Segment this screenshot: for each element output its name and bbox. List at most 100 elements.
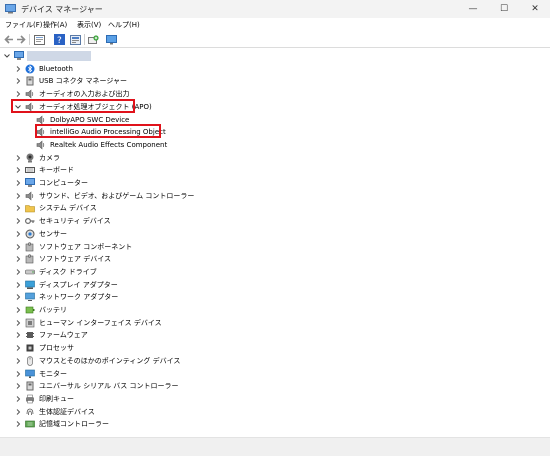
tree-item[interactable]: ソフトウェア デバイス <box>0 253 540 265</box>
tree-item-label: 印刷キュー <box>39 394 74 403</box>
tree-item-label: マウスとそのほかのポインティング デバイス <box>39 356 181 365</box>
chevron-right-icon[interactable] <box>14 408 22 416</box>
menu-view[interactable]: 表示(V) <box>77 20 101 30</box>
chevron-right-icon[interactable] <box>14 154 22 162</box>
chevron-right-icon[interactable] <box>14 65 22 73</box>
help-button[interactable]: ? <box>53 33 65 46</box>
tree-item[interactable]: Bluetooth <box>0 63 540 75</box>
chevron-right-icon[interactable] <box>14 255 22 263</box>
chevron-right-icon[interactable] <box>14 204 22 212</box>
chevron-right-icon[interactable] <box>14 230 22 238</box>
chevron-right-icon[interactable] <box>14 319 22 327</box>
tree-item-label: バッテリ <box>39 306 67 314</box>
tree-item[interactable]: キーボード <box>0 164 540 176</box>
tree-item[interactable]: 記憶域コントローラー <box>0 418 540 430</box>
tree-item-label: ディスク ドライブ <box>39 267 97 276</box>
minimize-icon: — <box>468 4 478 14</box>
tree-item-label: Bluetooth <box>39 64 73 73</box>
chevron-right-icon[interactable] <box>14 306 22 314</box>
back-button[interactable] <box>3 33 14 46</box>
minimize-button[interactable]: — <box>458 0 488 18</box>
speaker-icon <box>36 140 45 150</box>
update-driver-button[interactable] <box>69 33 81 46</box>
tree-item[interactable]: ソフトウェア コンポーネント <box>0 241 540 253</box>
chevron-right-icon[interactable] <box>14 217 22 225</box>
back-icon <box>3 35 13 44</box>
tree-item-label: プロセッサ <box>39 344 74 353</box>
menu-help[interactable]: ヘルプ(H) <box>108 20 140 30</box>
tree-item[interactable]: ディスク ドライブ <box>0 266 540 278</box>
tree-item-label: ヒューマン インターフェイス デバイス <box>39 318 162 327</box>
tree-item[interactable]: セキュリティ デバイス <box>0 215 540 227</box>
tree-item-label: 生体認証デバイス <box>39 407 95 416</box>
properties-button[interactable] <box>33 33 45 46</box>
tree-item[interactable]: センサー <box>0 228 540 240</box>
chevron-right-icon[interactable] <box>14 179 22 187</box>
chevron-right-icon[interactable] <box>14 331 22 339</box>
status-bar <box>0 437 550 456</box>
chevron-right-icon[interactable] <box>14 370 22 378</box>
tree-item-label: Realtek Audio Effects Component <box>50 140 168 149</box>
toolbar-separator <box>29 34 30 45</box>
tree-item[interactable]: モニター <box>0 368 540 380</box>
scan-hardware-button[interactable] <box>87 33 99 46</box>
close-button[interactable]: ✕ <box>520 0 550 18</box>
tree-item[interactable]: コンピューター <box>0 177 540 189</box>
tree-item[interactable]: システム デバイス <box>0 202 540 214</box>
maximize-button[interactable]: ☐ <box>489 0 519 18</box>
chevron-right-icon[interactable] <box>14 77 22 85</box>
chevron-right-icon[interactable] <box>14 243 22 251</box>
monitor-button[interactable] <box>105 33 117 46</box>
tree-item-label: ディスプレイ アダプター <box>39 280 118 289</box>
chevron-right-icon[interactable] <box>14 90 22 98</box>
tree-item[interactable]: ヒューマン インターフェイス デバイス <box>0 317 540 329</box>
tree-item[interactable]: プロセッサ <box>0 342 540 354</box>
mouse-icon <box>27 355 33 366</box>
tree-item[interactable]: 生体認証デバイス <box>0 406 540 418</box>
chevron-right-icon[interactable] <box>14 395 22 403</box>
printer-icon <box>26 394 34 404</box>
chevron-right-icon[interactable] <box>14 293 22 301</box>
tree-item[interactable]: ユニバーサル シリアル バス コントローラー <box>0 380 540 392</box>
chevron-right-icon[interactable] <box>14 192 22 200</box>
tree-item[interactable]: 印刷キュー <box>0 393 540 405</box>
camera-icon <box>26 153 34 163</box>
hid-icon <box>25 318 35 327</box>
tree-item[interactable]: ファームウェア <box>0 329 540 341</box>
vertical-scrollbar[interactable] <box>541 48 550 438</box>
tree-item[interactable]: USB コネクタ マネージャー <box>0 75 540 87</box>
root-selected-label <box>27 51 91 61</box>
tree-child-item[interactable]: Realtek Audio Effects Component <box>0 139 540 151</box>
chevron-right-icon[interactable] <box>14 420 22 428</box>
tree-item-label: センサー <box>39 229 67 238</box>
puzzle-icon <box>25 241 34 251</box>
usb-icon <box>26 76 34 86</box>
network-icon <box>25 292 35 302</box>
chevron-right-icon[interactable] <box>14 344 22 352</box>
tree-item[interactable]: ネットワーク アダプター <box>0 291 540 303</box>
chevron-right-icon[interactable] <box>14 281 22 289</box>
device-manager-app-icon <box>5 4 16 14</box>
tree-item-label: サウンド、ビデオ、およびゲーム コントローラー <box>39 191 195 200</box>
chevron-right-icon[interactable] <box>14 382 22 390</box>
tree-item[interactable]: カメラ <box>0 152 540 164</box>
tree-item-label: 記憶域コントローラー <box>39 420 109 429</box>
chevron-down-icon[interactable] <box>3 52 11 60</box>
tree-item[interactable]: バッテリ <box>0 304 540 316</box>
chevron-right-icon[interactable] <box>14 166 22 174</box>
menu-file[interactable]: ファイル(F) <box>5 20 43 30</box>
display-icon <box>25 280 35 289</box>
chevron-right-icon[interactable] <box>14 268 22 276</box>
tree-item[interactable]: サウンド、ビデオ、およびゲーム コントローラー <box>0 190 540 202</box>
speaker-icon <box>25 191 34 201</box>
properties-icon <box>33 34 45 45</box>
tree-root-item[interactable] <box>0 50 540 62</box>
puzzle-icon <box>25 254 34 264</box>
tree-item[interactable]: ディスプレイ アダプター <box>0 279 540 291</box>
chevron-right-icon[interactable] <box>14 357 22 365</box>
menu-action[interactable]: 操作(A) <box>43 20 67 30</box>
forward-button[interactable] <box>15 33 26 46</box>
scan-hardware-icon <box>87 34 99 44</box>
usb-icon <box>26 381 34 391</box>
tree-item[interactable]: マウスとそのほかのポインティング デバイス <box>0 355 540 367</box>
